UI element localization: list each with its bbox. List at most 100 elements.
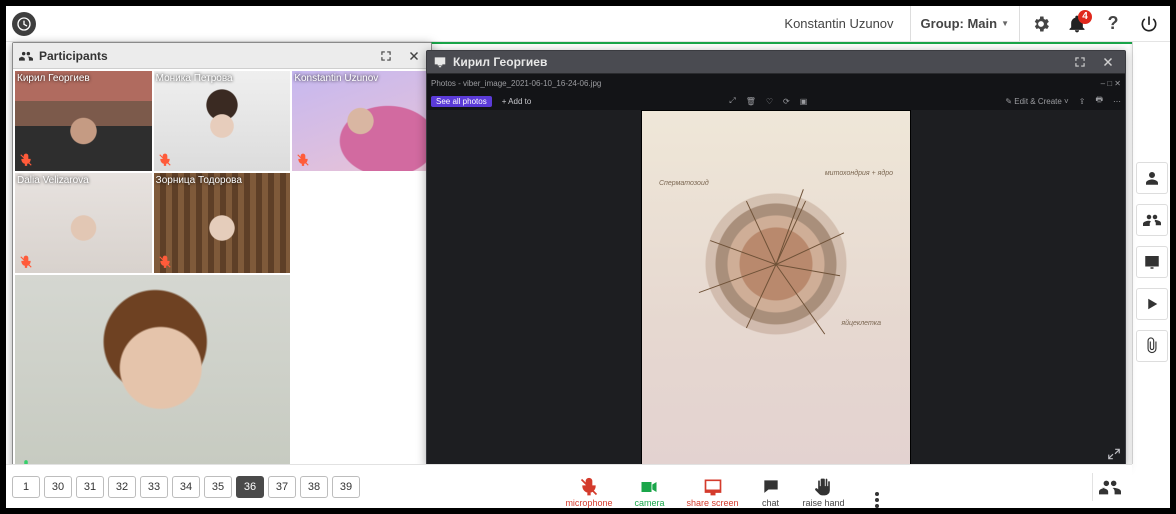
top-bar: Konstantin Uzunov Group: Main ▼ 4 ? xyxy=(6,6,1170,42)
group-selector[interactable]: Group: Main ▼ xyxy=(910,6,1020,41)
page-button[interactable]: 1 xyxy=(12,476,40,498)
rail-attachment-button[interactable] xyxy=(1136,330,1168,362)
page-button[interactable]: 35 xyxy=(204,476,232,498)
page-button[interactable]: 36 xyxy=(236,476,264,498)
expand-icon xyxy=(379,49,393,63)
page-button[interactable]: 38 xyxy=(300,476,328,498)
more-tools-button[interactable] xyxy=(867,492,887,508)
app-logo xyxy=(12,12,36,36)
mic-muted-icon xyxy=(19,255,33,269)
close-button[interactable] xyxy=(1097,51,1119,73)
participant-name: Dalia Velizarova xyxy=(17,175,89,186)
monitor-icon xyxy=(1143,253,1161,271)
screen-share-panel: Кирил Георгиев Photos - viber_image_2021… xyxy=(426,50,1126,466)
mic-muted-icon xyxy=(19,153,33,167)
chat-button[interactable]: chat xyxy=(761,477,781,508)
share-screen-button[interactable]: share screen xyxy=(686,477,738,508)
microphone-button[interactable]: microphone xyxy=(565,477,612,508)
more-icon[interactable]: ⋯ xyxy=(1113,97,1121,106)
help-button[interactable]: ? xyxy=(1098,6,1128,42)
drawing-label: яйцеклетка xyxy=(841,320,881,327)
power-icon xyxy=(1139,14,1159,34)
tool-label: chat xyxy=(762,498,779,508)
group-icon xyxy=(1143,211,1161,229)
page-button[interactable]: 33 xyxy=(140,476,168,498)
participants-panel: Participants Кирил Георгиев Моника Петро… xyxy=(12,42,432,470)
participant-tile[interactable]: Моника Петрова xyxy=(154,71,291,171)
participant-tile[interactable]: Зорница Тодорова xyxy=(154,173,291,273)
notifications-button[interactable]: 4 xyxy=(1062,6,1092,42)
share-screen-icon xyxy=(703,477,723,497)
fullscreen-button[interactable] xyxy=(1107,447,1121,464)
right-toolbar xyxy=(1132,42,1170,464)
print-icon[interactable]: 🖶 xyxy=(1095,94,1103,108)
active-session-indicator xyxy=(424,42,1132,44)
participants-grid: Кирил Георгиев Моника Петрова Konstantin… xyxy=(13,69,431,469)
participant-name: Konstantin Uzunov xyxy=(294,73,378,84)
heart-icon[interactable]: ♡ xyxy=(766,97,773,106)
mic-muted-icon xyxy=(158,255,172,269)
participant-name: Моника Петрова xyxy=(156,73,233,84)
add-to-button[interactable]: + Add to xyxy=(502,97,532,106)
participant-tile[interactable]: Кирил Георгиев xyxy=(15,71,152,171)
camera-button[interactable]: camera xyxy=(634,477,664,508)
tool-label: camera xyxy=(634,498,664,508)
participants-header[interactable]: Participants xyxy=(13,43,431,69)
expand-button[interactable] xyxy=(375,45,397,67)
page-button[interactable]: 39 xyxy=(332,476,360,498)
edit-create-button[interactable]: ✎ Edit & Create ˅ xyxy=(1005,97,1068,106)
participant-name: Кирил Георгиев xyxy=(17,73,90,84)
zoom-icon[interactable]: ⤢ xyxy=(729,96,735,106)
drawing-label: Cперматозоид xyxy=(659,180,709,187)
toggle-participants-button[interactable] xyxy=(1092,473,1126,501)
page-button[interactable]: 37 xyxy=(268,476,296,498)
photos-app-chrome: Photos - viber_image_2021-06-10_16-24-06… xyxy=(427,74,1125,92)
rail-play-button[interactable] xyxy=(1136,288,1168,320)
expand-button[interactable] xyxy=(1069,51,1091,73)
participant-tile[interactable]: Dalia Velizarova xyxy=(15,173,152,273)
user-icon xyxy=(1143,169,1161,187)
expand-icon xyxy=(1073,55,1087,69)
shared-image-area: Cперматозоид митохондрия + ядро яйцеклет… xyxy=(427,110,1125,468)
settings-button[interactable] xyxy=(1026,6,1056,42)
see-all-photos-button[interactable]: See all photos xyxy=(431,96,492,107)
close-button[interactable] xyxy=(403,45,425,67)
paperclip-icon xyxy=(1143,337,1161,355)
raise-hand-button[interactable]: raise hand xyxy=(803,477,845,508)
notifications-badge: 4 xyxy=(1078,10,1092,24)
microphone-icon xyxy=(579,477,599,497)
participant-tile[interactable]: Konstantin Uzunov xyxy=(292,71,429,171)
share-icon[interactable]: ⇪ xyxy=(1079,97,1086,106)
chat-icon xyxy=(761,477,781,497)
play-icon xyxy=(1143,295,1161,313)
rail-monitor-button[interactable] xyxy=(1136,246,1168,278)
exit-button[interactable] xyxy=(1134,6,1164,42)
page-button[interactable]: 30 xyxy=(44,476,72,498)
rail-group-button[interactable] xyxy=(1136,204,1168,236)
page-button[interactable]: 34 xyxy=(172,476,200,498)
page-button[interactable]: 32 xyxy=(108,476,136,498)
group-label: Group: Main xyxy=(921,16,998,31)
delete-icon[interactable]: 🗑 xyxy=(746,97,756,106)
shared-drawing: Cперматозоид митохондрия + ядро яйцеклет… xyxy=(641,110,911,468)
close-icon xyxy=(407,49,421,63)
group-icon xyxy=(1099,476,1121,498)
screen-share-title: Кирил Георгиев xyxy=(453,55,547,69)
participant-name: Зорница Тодорова xyxy=(156,175,242,186)
rail-user-button[interactable] xyxy=(1136,162,1168,194)
page-button[interactable]: 31 xyxy=(76,476,104,498)
gear-icon xyxy=(1031,14,1051,34)
rotate-icon[interactable]: ⟳ xyxy=(783,97,790,106)
bottom-bar: 130313233343536373839 microphone camera … xyxy=(6,464,1132,508)
photos-filename: Photos - viber_image_2021-06-10_16-24-06… xyxy=(431,79,601,88)
drawing-label: митохондрия + ядро xyxy=(825,170,893,177)
screen-share-header[interactable]: Кирил Георгиев xyxy=(427,51,1125,74)
close-icon xyxy=(1101,55,1115,69)
shared-content: Photos - viber_image_2021-06-10_16-24-06… xyxy=(427,74,1125,468)
camera-icon xyxy=(639,477,659,497)
tool-label: raise hand xyxy=(803,498,845,508)
crop-icon[interactable]: ▣ xyxy=(800,97,808,106)
host-tile[interactable] xyxy=(15,275,290,469)
raise-hand-icon xyxy=(814,477,834,497)
page-navigator: 130313233343536373839 xyxy=(12,476,360,498)
